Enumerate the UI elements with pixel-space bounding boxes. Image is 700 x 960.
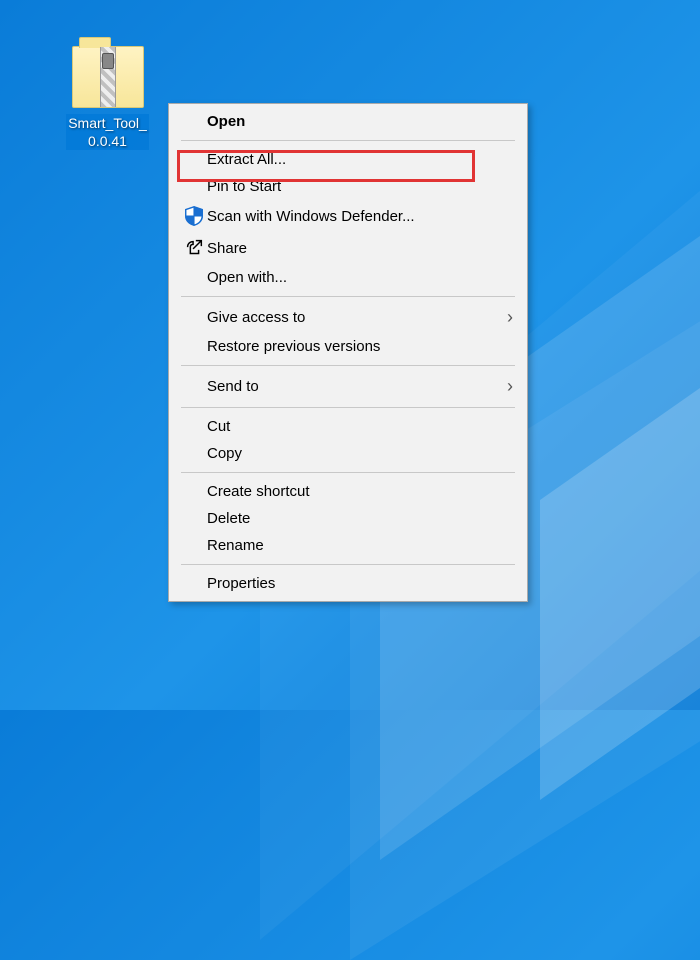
menu-properties[interactable]: Properties [171,570,525,597]
menu-properties-label: Properties [207,575,513,592]
menu-divider [181,472,515,473]
menu-give-access-to-label: Give access to [207,309,507,326]
menu-divider [181,407,515,408]
menu-delete-label: Delete [207,510,513,527]
menu-share[interactable]: Share [171,232,525,264]
menu-pin-to-start[interactable]: Pin to Start [171,173,525,200]
menu-open-label: Open [207,113,513,130]
menu-divider [181,296,515,297]
menu-delete[interactable]: Delete [171,505,525,532]
menu-create-shortcut[interactable]: Create shortcut [171,478,525,505]
menu-cut[interactable]: Cut [171,413,525,440]
menu-rename[interactable]: Rename [171,532,525,559]
menu-scan-defender-label: Scan with Windows Defender... [207,208,513,225]
desktop-icon-label: Smart_Tool_ 0.0.41 [66,114,149,150]
menu-create-shortcut-label: Create shortcut [207,483,513,500]
zip-folder-icon [72,46,144,108]
share-icon [181,237,207,259]
menu-open[interactable]: Open [171,108,525,135]
menu-divider [181,140,515,141]
menu-extract-all[interactable]: Extract All... [171,146,525,173]
menu-share-label: Share [207,240,513,257]
menu-extract-all-label: Extract All... [207,151,513,168]
menu-send-to-label: Send to [207,378,507,395]
menu-divider [181,365,515,366]
menu-open-with[interactable]: Open with... [171,264,525,291]
menu-open-with-label: Open with... [207,269,513,286]
menu-rename-label: Rename [207,537,513,554]
desktop-zip-file[interactable]: Smart_Tool_ 0.0.41 [60,46,155,150]
menu-copy[interactable]: Copy [171,440,525,467]
menu-copy-label: Copy [207,445,513,462]
menu-divider [181,564,515,565]
defender-shield-icon [181,205,207,227]
menu-pin-to-start-label: Pin to Start [207,178,513,195]
context-menu: Open Extract All... Pin to Start Scan wi… [168,103,528,602]
chevron-right-icon: › [507,307,513,328]
menu-restore-previous[interactable]: Restore previous versions [171,333,525,360]
menu-scan-defender[interactable]: Scan with Windows Defender... [171,200,525,232]
menu-cut-label: Cut [207,418,513,435]
menu-give-access-to[interactable]: Give access to › [171,302,525,333]
menu-send-to[interactable]: Send to › [171,371,525,402]
menu-restore-previous-label: Restore previous versions [207,338,513,355]
chevron-right-icon: › [507,376,513,397]
